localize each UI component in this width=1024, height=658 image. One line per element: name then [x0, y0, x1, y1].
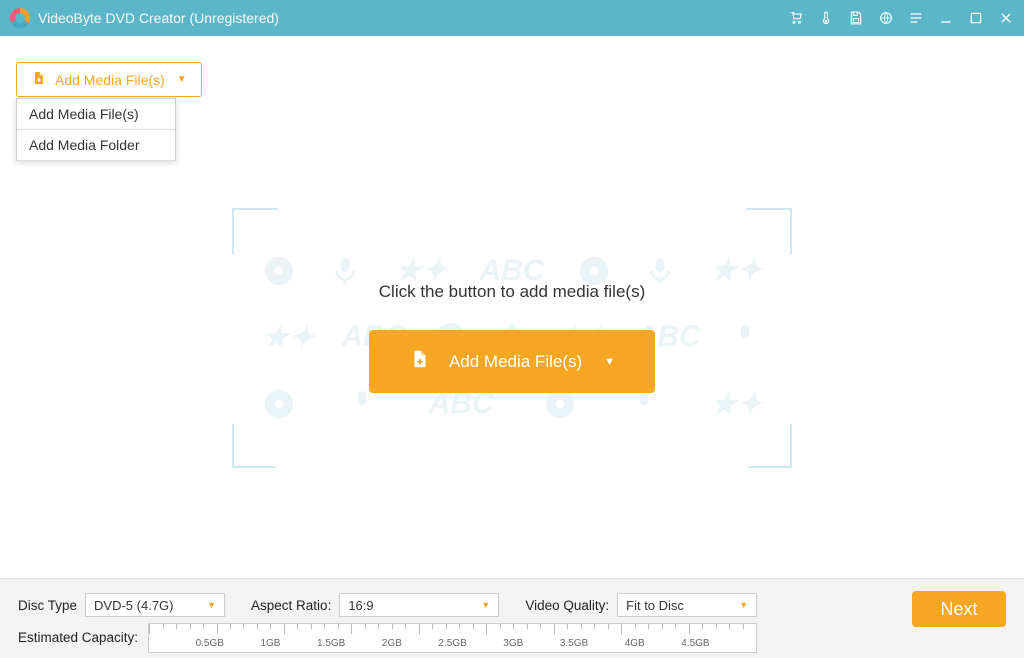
cart-icon[interactable]: [788, 10, 804, 26]
ruler-label: 2.5GB: [438, 638, 466, 649]
menu-icon[interactable]: [908, 10, 924, 26]
add-files-icon: [31, 70, 47, 89]
app-title: VideoByte DVD Creator (Unregistered): [38, 10, 279, 26]
chevron-down-icon: ▼: [604, 356, 615, 368]
video-quality-label: Video Quality:: [525, 598, 609, 613]
save-icon[interactable]: [848, 10, 864, 26]
title-bar: VideoByte DVD Creator (Unregistered): [0, 0, 1024, 36]
capacity-row: Estimated Capacity: 0.5GB 1GB 1.5GB 2GB 2.5G…: [18, 623, 757, 653]
chevron-down-icon: ▼: [177, 74, 187, 85]
disc-type-value: DVD-5 (4.7G): [94, 598, 173, 613]
ruler-label: 2GB: [382, 638, 402, 649]
thermometer-icon[interactable]: [818, 10, 834, 26]
ruler-label: 0.5GB: [196, 638, 224, 649]
maximize-icon[interactable]: [968, 10, 984, 26]
drop-frame[interactable]: ★✦ABC ★✦ ★✦ABC ★✦ABC ABC ★✦ Click t: [232, 208, 792, 468]
estimated-capacity-label: Estimated Capacity:: [18, 630, 138, 645]
titlebar-icons: [788, 10, 1014, 26]
add-media-big-button-label: Add Media File(s): [449, 352, 582, 372]
chevron-down-icon: ▼: [739, 600, 748, 610]
ruler-label: 1.5GB: [317, 638, 345, 649]
bottom-panel: Disc Type DVD-5 (4.7G) ▼ Aspect Ratio: 1…: [0, 578, 1024, 658]
chevron-down-icon: ▼: [207, 600, 216, 610]
disc-type-control: Disc Type DVD-5 (4.7G) ▼: [18, 593, 225, 617]
ruler-label: 4GB: [625, 638, 645, 649]
drop-prompt: Click the button to add media file(s): [379, 282, 645, 302]
app-logo: [10, 8, 30, 28]
main-area: ★✦ABC ★✦ ★✦ABC ★✦ABC ABC ★✦ Click t: [0, 97, 1024, 578]
capacity-ruler: 0.5GB 1GB 1.5GB 2GB 2.5GB 3GB 3.5GB 4GB 4.5GB: [148, 623, 757, 653]
ruler-label: 3.5GB: [560, 638, 588, 649]
ruler-label: 4.5GB: [681, 638, 709, 649]
close-icon[interactable]: [998, 10, 1014, 26]
add-files-icon: [409, 348, 431, 375]
chevron-down-icon: ▼: [481, 600, 490, 610]
globe-icon[interactable]: [878, 10, 894, 26]
disc-type-label: Disc Type: [18, 598, 77, 613]
aspect-ratio-value: 16:9: [348, 598, 373, 613]
video-quality-control: Video Quality: Fit to Disc ▼: [525, 593, 757, 617]
ruler-label: 1GB: [260, 638, 280, 649]
add-media-button[interactable]: Add Media File(s) ▼: [16, 62, 202, 97]
aspect-ratio-label: Aspect Ratio:: [251, 598, 331, 613]
video-quality-value: Fit to Disc: [626, 598, 684, 613]
ruler-label: 3GB: [503, 638, 523, 649]
minimize-icon[interactable]: [938, 10, 954, 26]
add-media-big-button[interactable]: Add Media File(s) ▼: [369, 330, 655, 393]
toolbar: Add Media File(s) ▼ Add Media File(s) Ad…: [0, 36, 1024, 97]
aspect-ratio-select[interactable]: 16:9 ▼: [339, 593, 499, 617]
next-button[interactable]: Next: [912, 591, 1006, 627]
video-quality-select[interactable]: Fit to Disc ▼: [617, 593, 757, 617]
add-media-button-label: Add Media File(s): [55, 72, 165, 88]
aspect-ratio-control: Aspect Ratio: 16:9 ▼: [251, 593, 499, 617]
disc-type-select[interactable]: DVD-5 (4.7G) ▼: [85, 593, 225, 617]
